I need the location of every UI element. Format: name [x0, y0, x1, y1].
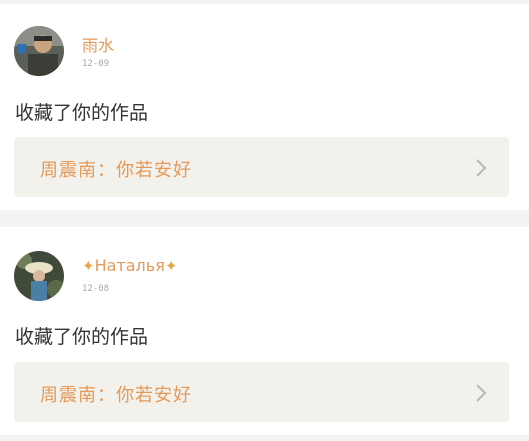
notification-card: 雨水 12-09 收藏了你的作品 周震南：你若安好 — [0, 4, 529, 210]
avatar[interactable] — [14, 251, 64, 301]
work-link[interactable]: 周震南：你若安好 — [14, 362, 509, 422]
timestamp: 12-09 — [82, 59, 110, 69]
notification-card: ✦Наталья✦ 12-08 收藏了你的作品 周震南：你若安好 — [0, 227, 529, 435]
username-text: Наталья — [94, 256, 165, 275]
action-text: 收藏了你的作品 — [15, 326, 149, 348]
sparkle-icon: ✦ — [164, 257, 178, 275]
timestamp: 12-08 — [82, 284, 110, 294]
work-title: 周震南：你若安好 — [40, 385, 192, 406]
avatar-image — [14, 251, 64, 301]
avatar[interactable] — [14, 26, 64, 76]
sparkle-icon: ✦ — [82, 257, 95, 275]
action-text: 收藏了你的作品 — [15, 102, 149, 124]
chevron-right-icon — [476, 159, 487, 177]
username-text: 雨水 — [82, 36, 115, 55]
chevron-right-icon — [476, 384, 487, 402]
work-link[interactable]: 周震南：你若安好 — [14, 137, 509, 197]
username[interactable]: 雨水 — [82, 32, 114, 56]
username[interactable]: ✦Наталья✦ — [82, 256, 177, 275]
avatar-image — [14, 26, 64, 76]
work-title: 周震南：你若安好 — [40, 160, 192, 181]
